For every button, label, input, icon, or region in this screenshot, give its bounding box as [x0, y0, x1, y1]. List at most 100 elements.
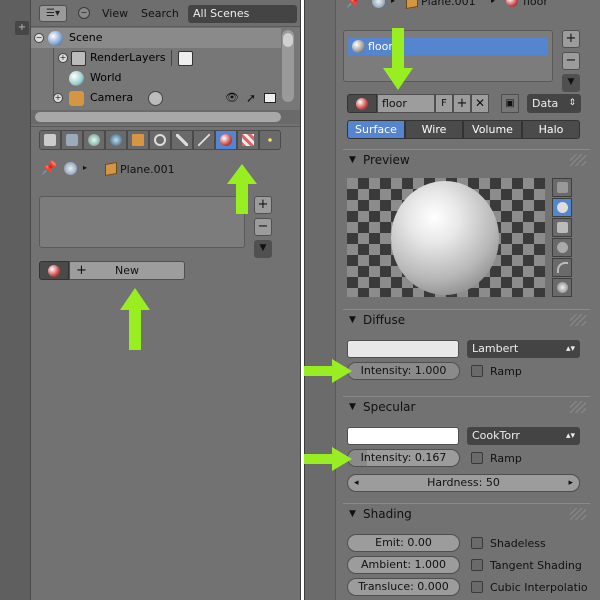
diffuse-intensity-slider[interactable]: Intensity: 1.000: [347, 362, 460, 380]
tab-particles[interactable]: [259, 130, 281, 150]
tab-wire[interactable]: Wire: [405, 120, 463, 139]
specular-shader-select[interactable]: CookTorr ▴▾: [467, 427, 580, 445]
minus-icon[interactable]: −: [78, 7, 90, 19]
drag-grip-icon[interactable]: [570, 154, 586, 166]
chevron-left-icon[interactable]: ◂: [354, 475, 359, 491]
new-material-button[interactable]: + New: [69, 261, 185, 280]
cubic-interpolation-checkbox[interactable]: [471, 581, 483, 593]
outliner-vscroll[interactable]: [282, 30, 294, 102]
fake-user-button[interactable]: F: [435, 94, 453, 113]
cubic-interpolation-label: Cubic Interpolatio: [490, 581, 588, 594]
preview-cube-button[interactable]: [552, 218, 572, 237]
expand-icon[interactable]: +: [58, 53, 68, 63]
emit-slider[interactable]: Emit: 0.00: [347, 534, 460, 552]
material-slot-list[interactable]: [39, 196, 245, 248]
eye-icon[interactable]: 👁: [225, 88, 239, 108]
pin-icon[interactable]: 📌: [346, 0, 362, 9]
left-editor: + ☰▾ − View Search All Scenes − Scene + …: [0, 0, 300, 600]
arrow-up-icon: [227, 164, 257, 214]
drag-grip-icon[interactable]: [570, 508, 586, 520]
slot-buttons: + − ▼: [562, 30, 580, 96]
scene-icon: [88, 134, 100, 146]
tab-material[interactable]: [215, 130, 237, 150]
tree-row-scene[interactable]: − Scene: [31, 28, 281, 48]
tab-volume[interactable]: Volume: [463, 120, 522, 139]
panel-header-shading[interactable]: ▼ Shading: [343, 503, 590, 524]
render-icon[interactable]: [264, 93, 276, 103]
panel-header-diffuse[interactable]: ▼ Diffuse: [343, 309, 590, 330]
tab-object[interactable]: [127, 130, 149, 150]
tree-row-camera[interactable]: + Camera 👁 ➚: [31, 88, 281, 108]
tab-surface[interactable]: Surface: [347, 120, 405, 139]
browse-material-button[interactable]: [347, 94, 377, 113]
tangent-shading-label: Tangent Shading: [490, 559, 582, 572]
diffuse-color-field[interactable]: [347, 340, 459, 358]
preview-hair-button[interactable]: [552, 258, 572, 277]
hscroll-thumb[interactable]: [35, 112, 281, 122]
cursor-icon[interactable]: ➚: [246, 88, 256, 108]
preview-flat-button[interactable]: [552, 178, 572, 197]
add-slot-button[interactable]: +: [562, 30, 580, 48]
slot-item[interactable]: floor: [348, 38, 548, 55]
material-name-field[interactable]: floor: [377, 94, 435, 113]
properties-tabs: [31, 126, 300, 152]
scroll-thumb[interactable]: [283, 33, 293, 47]
tangent-shading-checkbox[interactable]: [471, 559, 483, 571]
transluce-slider[interactable]: Transluce: 0.000: [347, 578, 460, 596]
remove-slot-button[interactable]: −: [254, 218, 272, 236]
link-data-select[interactable]: Data ⇕: [527, 94, 581, 113]
specular-intensity-slider[interactable]: Intensity: 0.167: [347, 449, 460, 467]
renderlayers-icon: [71, 51, 86, 66]
arrow-down-icon: [383, 28, 413, 90]
editor-type-button[interactable]: ☰▾: [39, 5, 67, 22]
tab-scene[interactable]: [83, 130, 105, 150]
tab-data[interactable]: [193, 130, 215, 150]
tab-texture[interactable]: [237, 130, 259, 150]
tab-render[interactable]: [39, 130, 61, 150]
tab-halo[interactable]: Halo: [522, 120, 580, 139]
plus-icon: +: [76, 263, 87, 278]
unlink-material-button[interactable]: ✕: [471, 94, 489, 113]
material-slot-list[interactable]: floor: [343, 30, 553, 82]
scene-icon: [64, 162, 77, 175]
tree-row-world[interactable]: World: [31, 68, 281, 88]
tab-constraints[interactable]: [149, 130, 171, 150]
layers-icon: [66, 134, 78, 146]
panel-header-preview[interactable]: ▼ Preview: [343, 149, 590, 170]
ambient-slider[interactable]: Ambient: 1.000: [347, 556, 460, 574]
specular-color-field[interactable]: [347, 427, 459, 445]
menu-view[interactable]: View: [102, 7, 128, 20]
add-region-icon[interactable]: +: [15, 21, 29, 35]
tab-render-layers[interactable]: [61, 130, 83, 150]
hardness-slider[interactable]: ◂ Hardness: 50 ▸: [347, 474, 580, 492]
pin-icon[interactable]: 📌: [41, 161, 57, 176]
tab-world[interactable]: [105, 130, 127, 150]
panel-title: Shading: [363, 507, 412, 521]
collapse-icon[interactable]: −: [34, 33, 44, 43]
browse-material-button[interactable]: [39, 261, 69, 280]
expand-icon[interactable]: +: [53, 93, 63, 103]
slot-menu-button[interactable]: ▼: [562, 74, 580, 92]
diffuse-shader-select[interactable]: Lambert ▴▾: [467, 340, 580, 358]
tab-modifiers[interactable]: [171, 130, 193, 150]
copy-material-icon[interactable]: ▣: [501, 94, 519, 113]
preview-sky-button[interactable]: [552, 278, 572, 297]
preview-sphere-button[interactable]: [552, 198, 572, 217]
scene-select[interactable]: All Scenes: [188, 5, 297, 23]
remove-slot-button[interactable]: −: [562, 52, 580, 70]
drag-grip-icon[interactable]: [570, 314, 586, 326]
camera-icon: [69, 91, 84, 106]
preview-monkey-button[interactable]: [552, 238, 572, 257]
diffuse-ramp-checkbox[interactable]: [471, 365, 483, 377]
menu-search[interactable]: Search: [141, 7, 179, 20]
specular-ramp-checkbox[interactable]: [471, 452, 483, 464]
collapse-icon: ▼: [349, 315, 356, 325]
chevron-right-icon[interactable]: ▸: [568, 475, 573, 491]
panel-header-specular[interactable]: ▼ Specular: [343, 396, 590, 417]
slot-menu-button[interactable]: ▼: [254, 240, 272, 258]
add-material-button[interactable]: +: [453, 94, 471, 113]
tree-row-renderlayers[interactable]: + RenderLayers: [31, 48, 281, 68]
shadeless-checkbox[interactable]: [471, 537, 483, 549]
drag-grip-icon[interactable]: [570, 401, 586, 413]
outliner-hscroll[interactable]: [31, 110, 300, 124]
